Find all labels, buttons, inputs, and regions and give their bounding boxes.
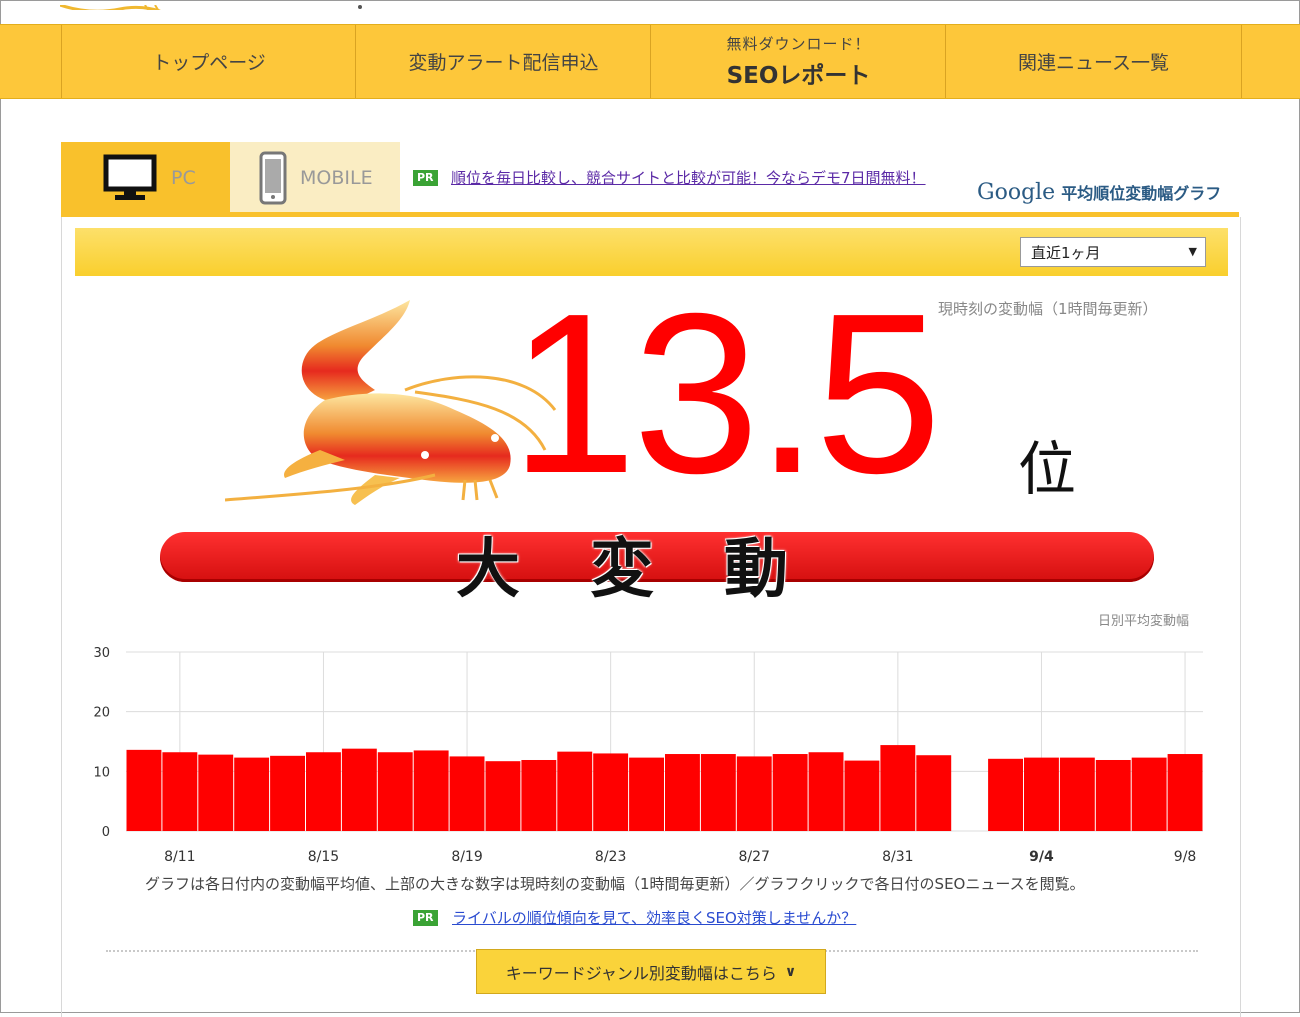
chart-bar[interactable] [557, 751, 593, 831]
chart-bar[interactable] [1024, 757, 1059, 831]
chevron-down-icon: ∨ [784, 963, 797, 980]
nav-label: 変動アラート配信申込 [408, 52, 599, 74]
chart-bar[interactable] [234, 757, 270, 831]
chart-bar[interactable] [198, 754, 234, 831]
monitor-icon [103, 154, 157, 200]
nav-alert-signup[interactable]: 変動アラート配信申込 [355, 25, 651, 98]
tab-pc-label: PC [171, 167, 196, 189]
tab-mobile-label: MOBILE [300, 167, 373, 189]
nav-small-label: 無料ダウンロード！ [726, 35, 871, 53]
nav-label: トップページ [152, 52, 266, 74]
x-tick-label: 9/8 [1174, 849, 1197, 865]
chart-bar[interactable] [162, 752, 198, 831]
chart-bar[interactable] [449, 756, 485, 831]
status-text: 大変動 [456, 532, 858, 607]
main-nav: トップページ 変動アラート配信申込 無料ダウンロード！ SEOレポート 関連ニュ… [0, 24, 1300, 99]
chart-bar[interactable] [772, 754, 808, 831]
chart-bar[interactable] [593, 753, 629, 831]
chart-bar[interactable] [916, 755, 952, 831]
chart-bar[interactable] [844, 760, 880, 831]
period-selected: 直近1ヶ月 [1031, 243, 1101, 262]
chart-bar[interactable] [1059, 757, 1095, 831]
graph-title: Google 平均順位変動幅グラフ [977, 180, 1221, 205]
promo-demo-link[interactable]: 順位を毎日比較し、競合サイトと比較が可能！今ならデモ7日間無料！ [451, 167, 926, 188]
chart-bar[interactable] [377, 752, 413, 831]
genre-fluctuation-button[interactable]: キーワードジャンル別変動幅はこちら ∨ [476, 949, 826, 994]
chart-bar[interactable] [700, 754, 736, 831]
pr-badge: PR [413, 170, 438, 186]
chart-title: 日別平均変動幅 [1098, 614, 1190, 629]
nav-label: 関連ニュース一覧 [1017, 52, 1170, 74]
chart-bar[interactable] [126, 749, 162, 831]
x-tick-label: 8/23 [595, 849, 626, 865]
daily-fluctuation-chart[interactable]: 0 10 20 30 8/11 8/15 8/19 8/23 8/27 8/31 9/4 9/8 [80, 640, 1220, 875]
chart-bar[interactable] [413, 750, 449, 831]
x-tick-label: 8/27 [739, 849, 770, 865]
genre-button-label: キーワードジャンル別変動幅はこちら [505, 963, 777, 983]
chart-bar[interactable] [1131, 757, 1167, 831]
pr-badge: PR [413, 910, 438, 926]
y-tick-label: 20 [93, 706, 110, 721]
chart-bar[interactable] [988, 758, 1023, 831]
rival-seo-link[interactable]: ライバルの順位傾向を見て、効率良くSEO対策しませんか？ [452, 907, 856, 928]
chart-bar[interactable] [880, 745, 916, 831]
chart-bar[interactable] [485, 761, 521, 831]
chart-bar[interactable] [1095, 759, 1131, 831]
site-logo-partial[interactable] [60, 0, 380, 10]
x-tick-label: 9/4 [1029, 849, 1054, 865]
y-tick-label: 0 [102, 825, 110, 840]
x-tick-label: 8/15 [308, 849, 339, 865]
x-tick-label: 8/31 [882, 849, 913, 865]
x-tick-label: 8/11 [164, 849, 195, 865]
nav-big-label: SEOレポート [726, 63, 871, 89]
nav-top-page[interactable]: トップページ [61, 25, 356, 98]
status-banner: 大変動 [160, 532, 1154, 607]
chart-bar[interactable] [270, 755, 305, 831]
tab-pc[interactable]: PC [61, 142, 230, 214]
tab-mobile[interactable]: MOBILE [230, 142, 400, 214]
dropdown-arrow-icon: ▼ [1188, 245, 1197, 258]
chart-bar[interactable] [306, 752, 341, 831]
current-unit: 位 [1018, 435, 1077, 503]
chart-bar[interactable] [736, 756, 772, 831]
chart-bar[interactable] [521, 759, 557, 831]
chart-bar[interactable] [341, 748, 377, 831]
current-value: 13.5 [510, 267, 942, 521]
current-fluctuation-label: 現時刻の変動幅（1時間毎更新） [938, 300, 1158, 318]
graph-title-text: 平均順位変動幅グラフ [1061, 184, 1222, 203]
chart-bar[interactable] [665, 754, 700, 831]
chart-bar[interactable] [629, 757, 664, 831]
nav-related-news[interactable]: 関連ニュース一覧 [945, 25, 1242, 98]
chart-bar[interactable] [1167, 754, 1203, 831]
y-tick-label: 30 [93, 646, 110, 661]
x-tick-label: 8/19 [451, 849, 482, 865]
smartphone-icon [259, 151, 287, 205]
google-wordmark: Google [977, 180, 1056, 205]
chart-note: グラフは各日付内の変動幅平均値、上部の大きな数字は現時刻の変動幅（1時間毎更新）… [145, 875, 1085, 893]
nav-seo-report[interactable]: 無料ダウンロード！ SEOレポート [650, 25, 946, 98]
chart-bar[interactable] [808, 752, 844, 831]
period-select[interactable]: 直近1ヶ月 ▼ [1020, 237, 1206, 267]
logo-fragment-graphic [60, 3, 362, 10]
y-tick-label: 10 [93, 765, 110, 780]
